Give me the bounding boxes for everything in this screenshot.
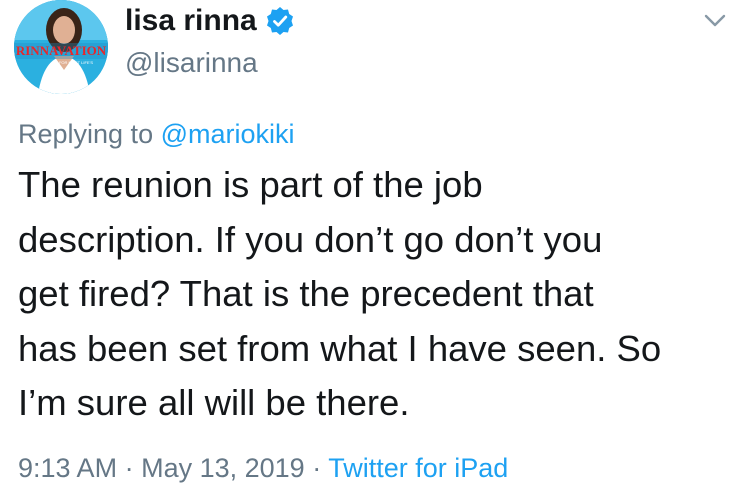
chevron-down-icon[interactable] <box>700 10 730 32</box>
tweet-text-line: I’m sure all will be there. <box>18 382 410 423</box>
avatar-tagline-text: FOR MOST LIFE'S <box>59 60 93 65</box>
tweet-text-line: has been set from what I have seen. So <box>18 327 662 369</box>
tweet-date[interactable]: May 13, 2019 <box>141 453 305 483</box>
verified-badge-icon <box>265 6 295 36</box>
tweet-text: The reunion is part of the job descripti… <box>18 158 738 431</box>
meta-separator: · <box>312 453 322 483</box>
avatar-image: RINNAVATION FOR MOST LIFE'S <box>14 0 108 94</box>
user-name-row[interactable]: lisa rinna <box>125 4 295 38</box>
tweet-card: RINNAVATION FOR MOST LIFE'S lisa rinna @… <box>0 0 750 499</box>
avatar[interactable]: RINNAVATION FOR MOST LIFE'S <box>14 0 108 94</box>
replying-prefix: Replying to <box>18 119 154 149</box>
reply-mention-link[interactable]: @mariokiki <box>161 119 295 149</box>
tweet-time[interactable]: 9:13 AM <box>18 453 117 483</box>
meta-separator: · <box>124 453 134 483</box>
tweet-text-line: description. If you don’t go don’t you <box>18 218 603 260</box>
tweet-text-line: get fired? That is the precedent that <box>18 273 594 314</box>
user-handle[interactable]: @lisarinna <box>125 47 258 79</box>
tweet-text-line: The reunion is part of the job <box>18 164 483 205</box>
tweet-meta: 9:13 AM · May 13, 2019 · Twitter for iPa… <box>18 452 508 484</box>
avatar-banner-text: RINNAVATION <box>16 43 107 58</box>
user-name[interactable]: lisa rinna <box>125 4 257 38</box>
replying-to: Replying to @mariokiki <box>18 118 295 150</box>
tweet-source-link[interactable]: Twitter for iPad <box>328 453 508 483</box>
